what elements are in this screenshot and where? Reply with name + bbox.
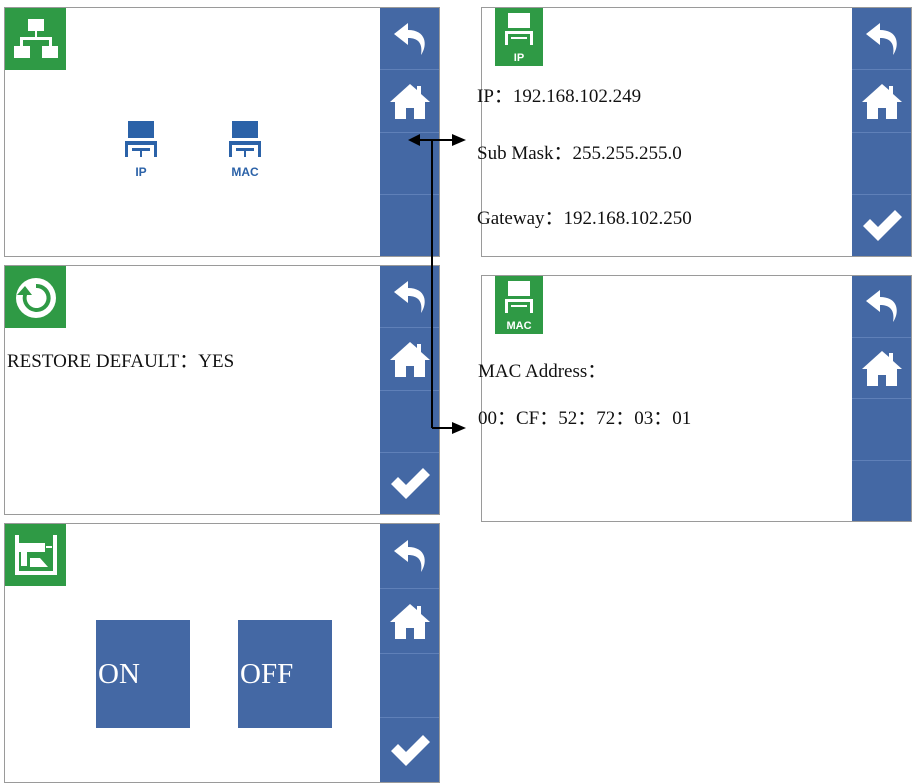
ip-address-text: IP：192.168.102.249 [477,86,642,107]
mac-address-label: MAC Address： [478,361,607,382]
on-button[interactable]: ON [96,620,190,728]
home-button[interactable] [852,338,911,399]
off-button[interactable]: OFF [238,620,332,728]
sewing-machine-icon [5,524,66,586]
home-button[interactable] [380,70,439,133]
back-icon [865,22,897,55]
home-button[interactable] [380,589,439,654]
back-icon [393,22,425,55]
restore-default-panel: RESTORE DEFAULT：YES [4,265,440,515]
back-icon [393,280,425,313]
home-button[interactable] [852,70,911,133]
home-icon [389,341,430,377]
switch-sidebar [380,524,439,782]
confirm-button[interactable] [852,195,911,256]
restore-icon [5,266,66,328]
network-icon [5,8,66,70]
ip-settings-panel: IP IP：192.168.102.249 Sub Mask：255.255.2… [477,7,912,257]
home-icon [389,603,430,639]
back-button[interactable] [380,524,439,589]
switch-panel: ON OFF [4,523,440,783]
empty-button[interactable] [380,133,439,195]
back-button[interactable] [852,8,911,71]
mac-button-label: MAC [231,165,259,179]
ip-button-label: IP [135,165,146,179]
computer-icon: IP [495,8,543,66]
mac-settings-button[interactable]: MAC [216,115,276,179]
empty-button[interactable] [380,391,439,453]
back-button[interactable] [380,266,439,329]
home-icon [861,350,902,386]
check-icon [862,210,902,242]
back-icon [393,539,425,572]
empty-button[interactable] [852,399,911,461]
mac-sidebar [852,276,911,521]
restore-sidebar [380,266,439,514]
home-icon [389,83,430,119]
confirm-button[interactable] [380,718,439,782]
empty-button[interactable] [852,133,911,195]
home-button[interactable] [380,328,439,391]
network-settings-panel: IP MAC [4,7,440,257]
mac-badge-label: MAC [506,320,531,332]
empty-button[interactable] [852,461,911,522]
home-icon [861,83,902,119]
empty-button[interactable] [380,195,439,256]
empty-button[interactable] [380,654,439,719]
back-button[interactable] [380,8,439,71]
ip-badge-label: IP [514,52,524,64]
check-icon [390,735,430,767]
off-button-label: OFF [240,658,294,690]
ip-settings-button[interactable]: IP [112,115,172,179]
restore-default-text: RESTORE DEFAULT：YES [7,351,235,372]
gateway-text: Gateway：192.168.102.250 [477,208,692,229]
mac-address-panel: MAC MAC Address： 00：CF：52：72：03：01 [478,275,912,522]
back-button[interactable] [852,276,911,338]
on-button-label: ON [98,658,140,690]
subnet-mask-text: Sub Mask：255.255.255.0 [477,143,682,164]
check-icon [390,468,430,500]
confirm-button[interactable] [380,453,439,514]
mac-address-value: 00：CF：52：72：03：01 [478,408,692,429]
computer-icon: MAC [495,276,543,334]
back-icon [865,290,897,323]
network-sidebar [380,8,439,256]
ip-sidebar [852,8,911,256]
